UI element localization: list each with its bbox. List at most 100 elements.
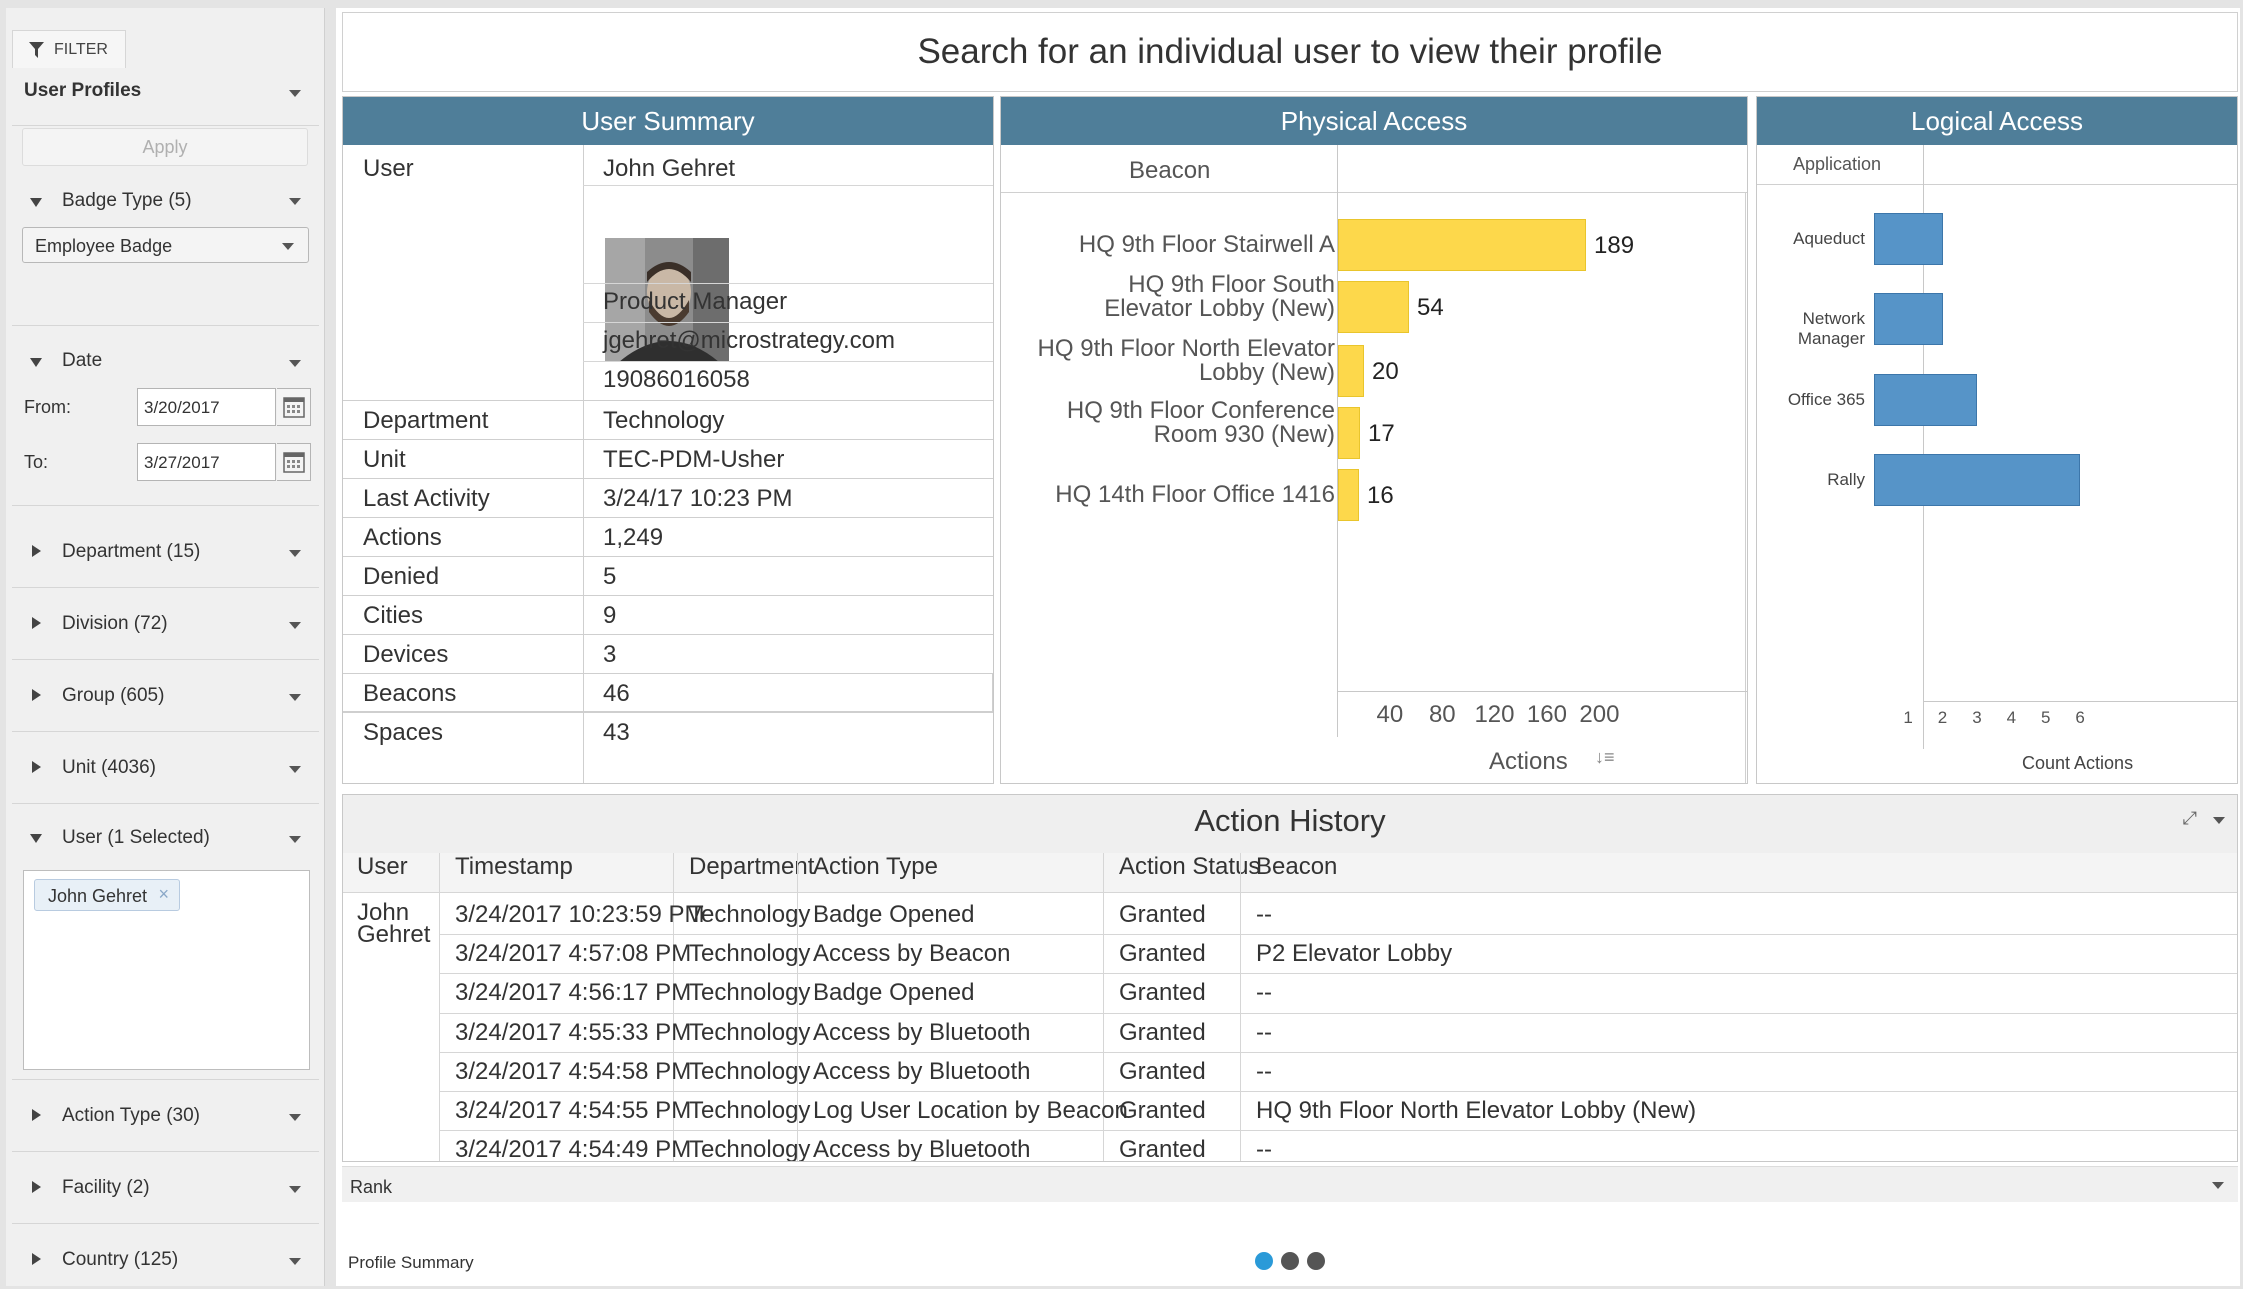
table-cell: Granted [1119, 940, 1206, 968]
profile-select[interactable]: User Profiles [12, 68, 319, 126]
table-cell: Granted [1119, 979, 1206, 1007]
column-header[interactable]: Timestamp [455, 853, 573, 881]
page-dot[interactable] [1255, 1252, 1273, 1270]
filter-tab[interactable]: FILTER [12, 30, 126, 68]
table-cell: Granted [1119, 1136, 1206, 1162]
tick-label: 1 [1903, 708, 1913, 727]
user-email[interactable]: jgehret@microstrategy.com [603, 327, 895, 355]
table-cell: Granted [1119, 1057, 1206, 1085]
collapse-arrow-icon [32, 1109, 41, 1121]
user-selection-box[interactable]: John Gehret × [23, 870, 310, 1070]
collapse-arrow-icon [32, 1253, 41, 1265]
chevron-down-icon [289, 694, 301, 701]
filter-section-department[interactable]: Department (15) [12, 526, 319, 588]
table-cell: -- [1256, 901, 1272, 928]
filter-section-unit[interactable]: Unit (4036) [12, 742, 319, 804]
bar[interactable] [1874, 374, 1977, 426]
table-cell: Badge Opened [813, 901, 975, 928]
filter-section-facility[interactable]: Facility (2) [12, 1162, 319, 1224]
page-dot[interactable] [1281, 1252, 1299, 1270]
bar[interactable] [1874, 454, 2080, 506]
bar[interactable] [1874, 293, 1943, 345]
beacon-column-header[interactable]: Beacon [1129, 157, 1210, 185]
bar[interactable] [1338, 469, 1359, 521]
filter-section-title: Department (15) [62, 541, 201, 562]
chevron-down-icon[interactable] [2213, 817, 2225, 824]
category-label: HQ 9th Floor Stairwell A [1079, 233, 1335, 257]
calendar-icon[interactable] [277, 443, 311, 481]
category-label-line: Room 930 (New) [1153, 421, 1335, 448]
data-label: 54 [1417, 294, 1444, 321]
chevron-down-icon[interactable] [289, 360, 301, 367]
summary-value: 9 [603, 602, 617, 629]
data-label: 16 [1367, 482, 1394, 509]
apply-button[interactable]: Apply [22, 128, 308, 166]
user-name: John Gehret [603, 155, 736, 182]
table-cell: Technology [689, 1018, 811, 1046]
expand-icon[interactable]: ⤢ [2183, 808, 2197, 829]
page-dot[interactable] [1307, 1252, 1325, 1270]
date-title[interactable]: Date [62, 350, 102, 372]
category-label-line: HQ 9th Floor Conference [1066, 397, 1335, 424]
filter-section-title: Group (605) [62, 685, 165, 706]
expand-arrow-icon[interactable] [30, 198, 42, 207]
table-cell: Technology [689, 1057, 811, 1085]
filter-section-title: Facility (2) [62, 1177, 150, 1198]
table-cell: Granted [1119, 1018, 1206, 1046]
badge-type-value: Employee Badge [35, 236, 173, 256]
x-axis-label: Actions [1489, 748, 1568, 775]
bar[interactable] [1338, 281, 1409, 333]
page-title: Search for an individual user to view th… [342, 12, 2238, 92]
table-cell: HQ 9th Floor North Elevator Lobby (New) [1256, 1097, 1697, 1124]
expand-arrow-icon[interactable] [30, 358, 42, 367]
date-to-input[interactable]: 3/27/2017 [137, 443, 276, 481]
badge-type-title[interactable]: Badge Type (5) [62, 190, 192, 212]
table-cell: Access by Beacon [813, 940, 1011, 968]
filter-section-title: Action Type (30) [62, 1105, 201, 1126]
row-divider [439, 1012, 2237, 1014]
data-label: 17 [1368, 420, 1395, 447]
application-column-header[interactable]: Application [1793, 154, 1881, 175]
rank-bar[interactable]: Rank [342, 1166, 2238, 1202]
column-header[interactable]: Action Type [813, 853, 938, 881]
bar[interactable] [1874, 213, 1943, 265]
table-cell: -- [1256, 1018, 1272, 1046]
bar[interactable] [1338, 345, 1364, 397]
filter-section-title: Unit (4036) [62, 757, 156, 778]
date-from-input[interactable]: 3/20/2017 [137, 388, 276, 426]
bar[interactable] [1338, 219, 1586, 271]
table-cell: P2 Elevator Lobby [1256, 940, 1453, 968]
chevron-down-icon[interactable] [2212, 1182, 2224, 1189]
column-header[interactable]: Department [689, 853, 814, 881]
filter-section-group[interactable]: Group (605) [12, 670, 319, 732]
column-header[interactable]: Beacon [1256, 853, 1337, 881]
rank-label: Rank [350, 1177, 393, 1197]
table-cell: 3/24/2017 4:54:58 PM [455, 1057, 692, 1085]
tick-label: 160 [1526, 701, 1567, 728]
expand-arrow-icon[interactable] [30, 834, 42, 843]
table-cell: 3/24/2017 4:54:55 PM [455, 1097, 692, 1124]
sort-icon[interactable]: ↓≡ [1595, 747, 1615, 768]
calendar-icon[interactable] [277, 388, 311, 426]
summary-key: Last Activity [363, 485, 490, 512]
chevron-down-icon[interactable] [289, 198, 301, 205]
remove-tag-icon[interactable]: × [159, 884, 170, 905]
physical-access-plot: 189 HQ 9th Floor Stairwell A 54 HQ 9th Floo… [1001, 193, 1747, 783]
row-divider [439, 1051, 2237, 1053]
filter-section-title: Division (72) [62, 613, 168, 634]
tick-label: 2 [1937, 708, 1948, 727]
summary-value: 3/24/17 10:23 PM [603, 485, 793, 512]
filter-section-country[interactable]: Country (125) [12, 1234, 319, 1284]
user-section-title[interactable]: User (1 Selected) [62, 827, 210, 849]
column-header[interactable]: User [357, 853, 408, 881]
filter-section-action-type[interactable]: Action Type (30) [12, 1090, 319, 1152]
summary-value: 46 [603, 680, 630, 707]
summary-value: 3 [603, 641, 617, 668]
user-summary-body[interactable]: User John Gehret Product Manager jgehret… [343, 145, 993, 783]
bar[interactable] [1338, 407, 1360, 459]
chevron-down-icon[interactable] [289, 836, 301, 843]
badge-type-select[interactable]: Employee Badge [22, 227, 309, 263]
table-cell: -- [1256, 1057, 1272, 1085]
selected-user-tag: John Gehret × [34, 879, 181, 911]
filter-section-division[interactable]: Division (72) [12, 598, 319, 660]
